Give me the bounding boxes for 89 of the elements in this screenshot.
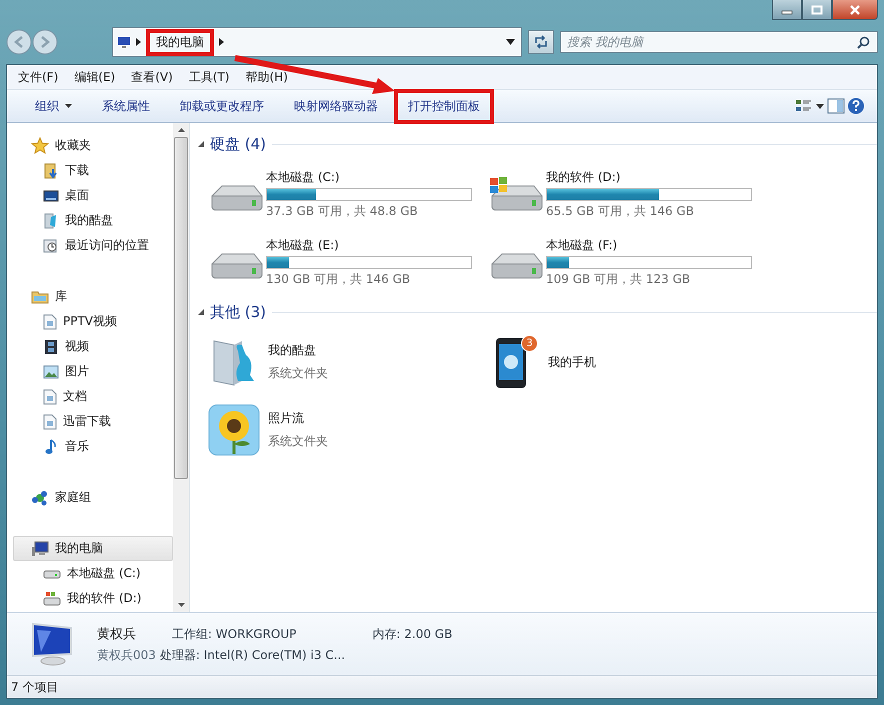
computer-icon	[117, 36, 131, 48]
collapse-icon[interactable]	[198, 309, 204, 315]
item-type: 系统文件夹	[268, 365, 328, 382]
dropdown-arrow-icon[interactable]	[506, 39, 515, 45]
search-field[interactable]: 搜索 我的电脑	[560, 31, 878, 53]
toolbar-button[interactable]: 组织	[27, 94, 80, 118]
preview-pane-icon[interactable]	[827, 98, 845, 114]
film-icon	[43, 338, 59, 354]
minimize-button[interactable]	[772, 0, 802, 20]
menu-item[interactable]: 文件(F)	[11, 66, 66, 88]
item-type: 系统文件夹	[268, 433, 328, 450]
folder-icon	[31, 289, 49, 304]
document-icon	[43, 414, 57, 430]
status-text: 7 个项目	[11, 678, 58, 696]
processor-text: 处理器: Intel(R) Core(TM) i3 C...	[160, 646, 346, 664]
sidebar-item[interactable]: PPTV视频	[7, 309, 173, 334]
drive-icon	[43, 568, 61, 580]
menu-item[interactable]: 工具(T)	[182, 66, 236, 88]
group-heading: 其他 (3)	[210, 302, 266, 322]
image-icon	[43, 364, 59, 378]
music-note-icon	[43, 438, 59, 454]
view-options-icon[interactable]	[795, 98, 825, 114]
sidebar-item[interactable]: 家庭组	[7, 485, 173, 510]
toolbar-button[interactable]: 卸载或更改程序	[172, 94, 272, 118]
close-icon	[849, 4, 861, 14]
drive-icon	[43, 590, 61, 606]
computer-name: 黄权兵	[97, 626, 137, 642]
toolbar-button[interactable]: 映射网络驱动器	[286, 94, 386, 118]
user-name: 黄权兵003	[97, 646, 156, 664]
drive-space: 65.5 GB 可用，共 146 GB	[546, 202, 695, 220]
group-heading: 硬盘 (4)	[210, 134, 266, 154]
help-icon[interactable]	[847, 97, 865, 115]
collapse-icon[interactable]	[198, 141, 204, 147]
network-icon	[31, 490, 49, 506]
menu-item[interactable]: 查看(V)	[124, 66, 180, 88]
sidebar-item[interactable]: 最近访问的位置	[7, 233, 173, 258]
document-icon	[43, 314, 57, 330]
breadcrumb[interactable]: 我的电脑	[152, 34, 208, 50]
sidebar-item[interactable]: 下载	[7, 158, 173, 183]
sidebar-item[interactable]: 收藏夹	[7, 133, 173, 158]
folder-icon	[43, 162, 59, 178]
recent-places-icon	[43, 238, 59, 254]
notification-badge: 3	[521, 335, 538, 352]
scrollbar[interactable]	[173, 123, 189, 612]
chevron-icon[interactable]	[219, 38, 224, 46]
refresh-button[interactable]	[528, 30, 554, 54]
sidebar-item[interactable]: 我的软件 (D:)	[7, 586, 173, 611]
address-bar[interactable]: 我的电脑	[112, 27, 522, 57]
sidebar-item[interactable]: 库	[7, 284, 173, 309]
menu-item[interactable]: 编辑(E)	[67, 66, 122, 88]
sidebar-item[interactable]: 我的电脑	[13, 536, 173, 561]
item-name: 我的手机	[548, 354, 596, 370]
maximize-icon	[811, 4, 823, 14]
sidebar-item[interactable]: 我的酷盘	[7, 208, 173, 233]
sidebar-item[interactable]: 视频	[7, 334, 173, 359]
sidebar-item[interactable]: 音乐	[7, 434, 173, 459]
maximize-button[interactable]	[802, 0, 832, 20]
item-name: 我的酷盘	[268, 342, 317, 359]
memory-text: 内存: 2.00 GB	[372, 626, 452, 642]
desktop-icon	[43, 188, 59, 202]
drive-name: 本地磁盘 (E:)	[266, 236, 340, 254]
drive-name: 我的软件 (D:)	[546, 168, 622, 186]
scroll-up-icon[interactable]	[178, 128, 184, 132]
toolbar-button[interactable]: 打开控制面板	[400, 94, 488, 118]
refresh-icon	[533, 35, 549, 49]
drive-space: 109 GB 可用，共 123 GB	[546, 270, 692, 288]
toolbar-button[interactable]: 系统属性	[94, 94, 158, 118]
sunflower-icon[interactable]	[208, 404, 260, 456]
sidebar-item[interactable]: 文档	[7, 384, 173, 409]
item-name: 照片流	[268, 410, 305, 427]
star-icon	[31, 137, 49, 154]
search-icon	[857, 36, 870, 49]
computer-icon	[31, 540, 49, 556]
drive-name: 本地磁盘 (C:)	[266, 168, 341, 186]
document-icon	[43, 388, 57, 404]
sidebar-item[interactable]: 迅雷下载	[7, 409, 173, 434]
sidebar-item[interactable]: 桌面	[7, 183, 173, 208]
drive-space: 130 GB 可用，共 146 GB	[266, 270, 412, 288]
scroll-down-icon[interactable]	[178, 603, 184, 607]
sidebar-item[interactable]: 图片	[7, 359, 173, 384]
drive-name: 本地磁盘 (F:)	[546, 236, 618, 254]
drive-space: 37.3 GB 可用，共 48.8 GB	[266, 202, 419, 220]
folder-icon	[43, 212, 59, 228]
workgroup-text: 工作组: WORKGROUP	[172, 626, 296, 642]
menu-item[interactable]: 帮助(H)	[238, 66, 295, 88]
chevron-icon[interactable]	[136, 38, 141, 46]
sidebar-item[interactable]: 本地磁盘 (C:)	[7, 561, 173, 586]
dropdown-arrow-icon	[65, 104, 72, 108]
close-button[interactable]	[832, 0, 878, 20]
